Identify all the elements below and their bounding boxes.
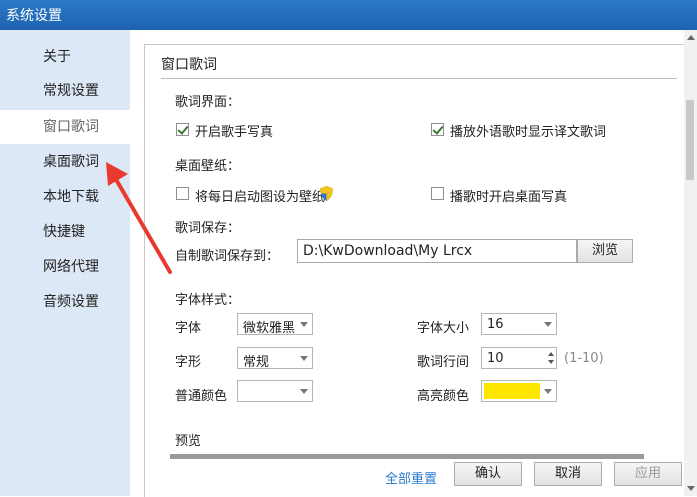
highlight-color-picker[interactable] — [481, 380, 557, 402]
window-lyrics-panel: 窗口歌词 歌词界面： 开启歌手写真 播放外语歌时显示译文歌词 桌面壁纸： 将每日… — [144, 44, 689, 497]
line-spacing-label: 歌词行间 — [417, 355, 470, 370]
highlight-color-swatch — [484, 383, 540, 399]
line-spacing-value: 10 — [487, 351, 504, 366]
highlight-color-label: 高亮颜色 — [417, 389, 470, 404]
stepper-up-icon[interactable] — [548, 352, 554, 356]
wallpaper-heading: 桌面壁纸： — [175, 159, 241, 174]
preview-area — [170, 454, 644, 459]
font-style-heading: 字体样式： — [175, 293, 241, 308]
desktop-photo-checkbox[interactable] — [431, 187, 444, 200]
font-select[interactable]: 微软雅黑 — [237, 313, 313, 336]
save-path-input[interactable]: D:\KwDownload\My Lrcx — [297, 239, 577, 263]
font-shape-label: 字形 — [175, 355, 202, 370]
translation-label: 播放外语歌时显示译文歌词 — [450, 125, 607, 140]
save-heading: 歌词保存： — [175, 221, 241, 236]
apply-button[interactable]: 应用 — [614, 462, 682, 486]
vertical-scrollbar[interactable] — [684, 30, 697, 496]
normal-color-picker[interactable] — [237, 380, 313, 402]
sidebar-item-audio[interactable]: 音频设置 — [0, 285, 130, 319]
font-label: 字体 — [175, 321, 202, 336]
lyrics-ui-heading: 歌词界面： — [175, 95, 241, 110]
shield-icon — [320, 186, 333, 201]
sidebar-item-window-lyrics[interactable]: 窗口歌词 — [0, 110, 130, 144]
stepper-down-icon[interactable] — [548, 360, 554, 364]
normal-color-label: 普通颜色 — [175, 389, 228, 404]
scroll-up-icon[interactable] — [687, 35, 695, 40]
red-arrow-annotation — [106, 162, 172, 274]
title-bar: 系统设置 — [0, 0, 697, 30]
section-divider — [161, 78, 677, 79]
sidebar-item-general[interactable]: 常规设置 — [0, 74, 130, 108]
translation-checkbox[interactable] — [431, 123, 444, 136]
font-shape-select[interactable]: 常规 — [237, 347, 313, 370]
browse-button[interactable]: 浏览 — [577, 239, 633, 263]
line-spacing-stepper[interactable]: 10 — [481, 347, 557, 369]
font-shape-value: 常规 — [243, 355, 270, 370]
scroll-thumb[interactable] — [686, 100, 694, 180]
scroll-down-icon[interactable] — [687, 486, 695, 491]
reset-all-link[interactable]: 全部重置 — [385, 468, 437, 487]
font-select-value: 微软雅黑 — [243, 321, 296, 336]
chevron-down-icon — [300, 389, 308, 394]
section-title: 窗口歌词 — [161, 57, 217, 73]
chevron-down-icon — [300, 356, 308, 361]
chevron-down-icon — [544, 389, 552, 394]
normal-color-swatch — [240, 383, 296, 399]
font-size-select[interactable]: 16 — [481, 313, 557, 335]
ok-button[interactable]: 确认 — [454, 462, 522, 486]
window-title: 系统设置 — [6, 8, 62, 24]
desktop-photo-label: 播歌时开启桌面写真 — [450, 190, 568, 205]
chevron-down-icon — [300, 322, 308, 327]
chevron-down-icon — [544, 322, 552, 327]
preview-label: 预览 — [175, 434, 202, 449]
singer-photo-checkbox[interactable] — [176, 123, 189, 136]
cancel-button[interactable]: 取消 — [534, 462, 602, 486]
font-size-value: 16 — [487, 317, 504, 332]
singer-photo-label: 开启歌手写真 — [195, 125, 274, 140]
settings-content: 窗口歌词 歌词界面： 开启歌手写真 播放外语歌时显示译文歌词 桌面壁纸： 将每日… — [130, 30, 697, 497]
font-size-label: 字体大小 — [417, 321, 470, 336]
sidebar-item-about[interactable]: 关于 — [0, 40, 130, 74]
save-path-label: 自制歌词保存到： — [175, 249, 280, 264]
line-spacing-range: (1-10) — [564, 351, 604, 366]
daily-wallpaper-label: 将每日启动图设为壁纸 — [195, 190, 326, 205]
